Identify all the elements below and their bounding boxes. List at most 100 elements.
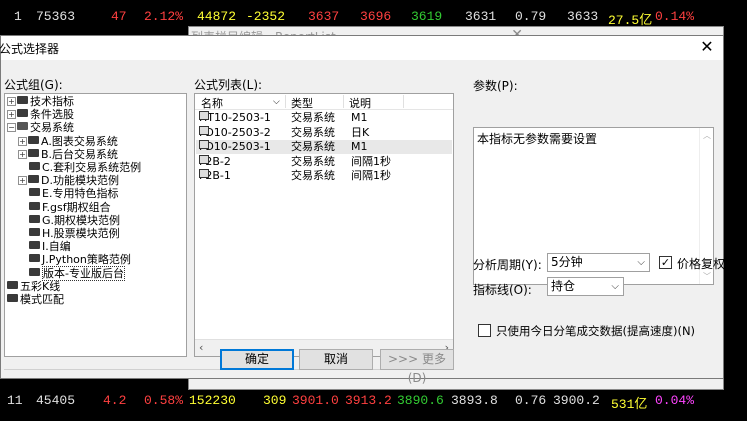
indicator-select[interactable]: 持仓 ⌵ (547, 277, 624, 296)
formula-name-cell: F2B-2 (199, 154, 231, 169)
formula-group-tree[interactable]: + 技术指标 + 条件选股 − 交易系统 + A.图表交易系统 + B.后台交易系统 C.套利交易系… (4, 93, 187, 357)
formula-icon (199, 125, 209, 135)
formula-type: 交易系统 (291, 169, 335, 183)
price-adjust-checkbox[interactable]: ✓ (659, 256, 672, 269)
ticker-row-top: 1 75363 47 2.12% 44872 -2352 3637 3696 3… (0, 6, 747, 28)
tree-item-label: C.套利交易系统范例 (42, 161, 142, 174)
formula-name: FD10-2503-2 (199, 125, 271, 139)
dialog-title: 公式选择器 (0, 42, 60, 56)
tree-item[interactable]: E.专用特色指标 (29, 187, 118, 200)
tree-item[interactable]: + 技术指标 (7, 95, 74, 108)
formula-list[interactable]: 名称 ⌵ 类型 说明 HT10-2503-1 交易系统 M1 FD10-2503-2 交… (194, 93, 454, 357)
tree-item[interactable]: I.自编 (29, 240, 71, 253)
tree-item-label: I.自编 (42, 240, 71, 254)
formula-list-header: 名称 ⌵ 类型 说明 (195, 94, 453, 110)
scroll-up-icon[interactable]: ︿ (703, 130, 711, 141)
scroll-down-icon[interactable]: ﹀ (703, 271, 711, 282)
formula-desc: M1 (351, 140, 368, 154)
tree-item[interactable]: − 交易系统 (7, 121, 74, 134)
today-only-label: 只使用今日分笔成交数据(提高速度)(N) (496, 324, 696, 338)
folder-icon (29, 267, 40, 276)
expand-icon[interactable]: + (18, 149, 27, 159)
tree-item-label: 技术指标 (30, 95, 74, 108)
formula-desc: 间隔1秒 (351, 154, 391, 168)
tree-item[interactable]: G.期权模块范例 (29, 214, 120, 227)
formula-type: 交易系统 (291, 140, 335, 154)
tree-item[interactable]: C.套利交易系统范例 (29, 161, 141, 174)
expand-icon[interactable]: + (18, 176, 27, 186)
list-item[interactable]: HT10-2503-1 交易系统 M1 (196, 111, 452, 125)
params-text: 本指标无参数需要设置 (477, 132, 598, 146)
ticker-p1: 3901.0 (292, 393, 339, 408)
folder-icon (28, 135, 39, 144)
tree-item[interactable]: 模式匹配 (7, 293, 64, 306)
list-item[interactable]: FD10-2503-2 交易系统 日K (196, 125, 452, 140)
tree-item-label: 交易系统 (30, 121, 74, 135)
tree-item[interactable]: 版本-专业版后台 (29, 265, 125, 281)
tree-item[interactable]: + A.图表交易系统 (18, 135, 118, 148)
close-icon[interactable]: ✕ (699, 38, 715, 56)
tree-item[interactable]: + D.功能模块范例 (18, 174, 119, 187)
folder-icon (28, 175, 39, 184)
list-item[interactable]: FD10-2503-1 交易系统 M1 (196, 140, 452, 155)
ticker-rate: 0.14% (655, 9, 695, 24)
tree-item[interactable]: J.Python策略范例 (29, 253, 131, 266)
formula-name-cell: FD10-2503-2 (199, 125, 271, 140)
tree-item-label: 模式匹配 (20, 293, 64, 306)
column-header-desc[interactable]: 说明 (349, 95, 371, 111)
today-only-checkbox[interactable] (478, 324, 491, 337)
list-item[interactable]: F2B-1 交易系统 间隔1秒 (196, 169, 452, 183)
folder-icon (7, 294, 18, 302)
formula-icon (199, 111, 209, 120)
ticker-code: 75363 (36, 9, 76, 24)
ticker-p4: 3893.8 (451, 393, 498, 408)
tree-item[interactable]: H.股票模块范例 (29, 227, 120, 240)
folder-icon (29, 241, 40, 250)
ticker-pct: 0.58% (144, 393, 184, 408)
ticker-rate: 0.04% (655, 393, 695, 408)
formula-icon (199, 169, 209, 179)
period-label: 分析周期(Y): (473, 258, 542, 272)
column-header-name[interactable]: 名称 (201, 95, 223, 111)
tree-item-label: H.股票模块范例 (42, 227, 120, 240)
ticker-p2: 3696 (360, 9, 392, 24)
dialog-titlebar: 公式选择器 ✕ (0, 36, 723, 60)
sort-chevron-icon: ⌵ (273, 97, 280, 107)
formula-name-cell: F2B-1 (199, 169, 231, 183)
tree-item[interactable]: + B.后台交易系统 (18, 148, 118, 161)
period-select-value: 5分钟 (551, 255, 583, 269)
ticker-change: 4.2 (103, 393, 127, 408)
ticker-change: 47 (111, 9, 127, 24)
ticker-chg: -2352 (246, 9, 286, 24)
formula-name: HT10-2503-1 (199, 111, 271, 124)
list-item[interactable]: F2B-2 交易系统 间隔1秒 (196, 154, 452, 169)
column-header-type[interactable]: 类型 (291, 95, 313, 111)
chevron-down-icon: ⌵ (637, 257, 645, 268)
expand-icon[interactable]: + (7, 110, 16, 120)
cancel-button[interactable]: 取消 (299, 349, 373, 370)
collapse-icon[interactable]: − (7, 123, 16, 133)
expand-icon[interactable]: + (7, 97, 16, 106)
scroll-left-icon[interactable]: ‹ (199, 341, 203, 354)
folder-icon (17, 96, 28, 104)
tree-item[interactable]: 五彩K线 (7, 280, 60, 293)
formula-name-cell: HT10-2503-1 (199, 111, 271, 125)
ticker-p4: 3631 (465, 9, 497, 24)
params-label: 参数(P): (473, 79, 518, 93)
period-select[interactable]: 5分钟 ⌵ (547, 253, 650, 272)
ticker-p5: 3633 (567, 9, 599, 24)
formula-icon (199, 140, 209, 150)
tree-item-label: F.gsf期权组合 (42, 200, 111, 214)
ticker-volume: 152230 (189, 393, 236, 408)
folder-icon (29, 254, 40, 263)
tree-item[interactable]: F.gsf期权组合 (29, 201, 111, 214)
more-button[interactable]: >>> 更多(D) (380, 349, 454, 385)
formula-type: 交易系统 (291, 125, 335, 139)
tree-item-label: 版本-专业版后台 (42, 265, 125, 281)
folder-icon (29, 201, 40, 210)
ok-button[interactable]: 确定 (220, 349, 294, 370)
tree-item[interactable]: + 条件选股 (7, 108, 74, 121)
tree-item-label: E.专用特色指标 (42, 187, 119, 201)
tree-item-label: J.Python策略范例 (42, 253, 131, 267)
expand-icon[interactable]: + (18, 136, 27, 146)
